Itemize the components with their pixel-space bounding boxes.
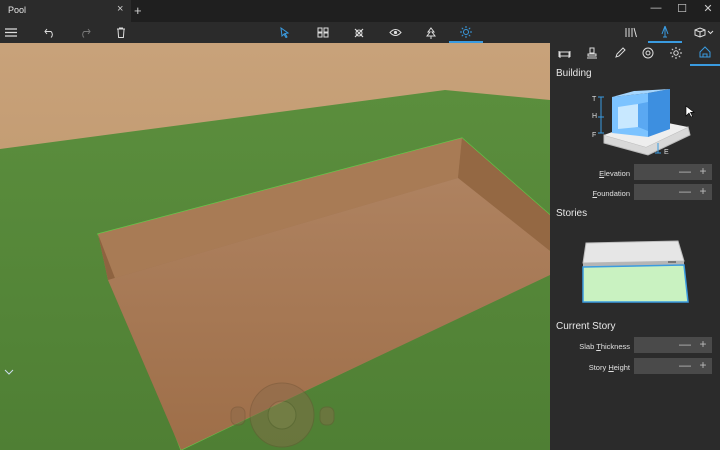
- story-height-spinner[interactable]: — +: [634, 358, 712, 374]
- landscape-icon: [425, 26, 437, 39]
- label-f: F: [592, 132, 596, 139]
- elevation-label: Elevation: [599, 169, 630, 178]
- view-icon: [388, 28, 402, 37]
- undo-icon[interactable]: [40, 22, 60, 43]
- story-height-label: Story Height: [588, 363, 630, 372]
- catalog-icon: [625, 27, 637, 38]
- main-toolbar: [0, 22, 720, 43]
- minimize-icon[interactable]: —: [646, 2, 666, 14]
- delete-icon[interactable]: [112, 22, 130, 43]
- elevation-decrement-button[interactable]: —: [676, 164, 694, 180]
- building-diagram: T H F E: [592, 89, 691, 156]
- tab-close-icon[interactable]: ×: [117, 3, 123, 15]
- pencil-tab[interactable]: [606, 43, 634, 66]
- 3d-viewport[interactable]: [0, 43, 550, 450]
- select-icon: [280, 27, 290, 38]
- slab-thickness-spinner[interactable]: — +: [634, 337, 712, 353]
- building-icon: [660, 25, 670, 38]
- landscape-mode-button[interactable]: [414, 22, 448, 43]
- foundation-increment-button[interactable]: +: [694, 184, 712, 200]
- story-height-decrement-button[interactable]: —: [676, 358, 694, 374]
- components-icon: [317, 27, 329, 38]
- house-icon: [699, 45, 711, 63]
- lighting-mode-button[interactable]: [449, 22, 483, 43]
- close-window-icon[interactable]: ✕: [698, 2, 718, 15]
- properties-panel: Building T H F E Elevation — + Foundatio…: [550, 43, 720, 450]
- building-heading: Building: [556, 68, 592, 79]
- label-t: T: [592, 96, 597, 103]
- furniture-icon: [558, 46, 571, 64]
- 3d-view-icon: [694, 27, 714, 38]
- slab-thickness-increment-button[interactable]: +: [694, 337, 712, 353]
- components-mode-button[interactable]: [306, 22, 340, 43]
- slab-thickness-decrement-button[interactable]: —: [676, 337, 694, 353]
- label-h: H: [592, 113, 597, 120]
- camera-tab[interactable]: [634, 43, 662, 66]
- title-bar: Pool × + — ☐ ✕: [0, 0, 720, 22]
- select-mode-button[interactable]: [268, 22, 302, 43]
- pencil-icon: [614, 46, 626, 64]
- story-height-increment-button[interactable]: +: [694, 358, 712, 374]
- current-story-heading: Current Story: [556, 321, 616, 332]
- catalog-button[interactable]: [620, 22, 642, 43]
- foundation-decrement-button[interactable]: —: [676, 184, 694, 200]
- building-view-button[interactable]: [648, 22, 682, 43]
- stories-heading: Stories: [556, 208, 588, 219]
- slab-thickness-label: Slab Thickness: [579, 342, 630, 351]
- label-e: E: [664, 149, 669, 156]
- new-tab-icon[interactable]: +: [134, 3, 142, 18]
- maximize-icon[interactable]: ☐: [672, 2, 692, 15]
- stamp-icon: [586, 46, 598, 64]
- stories-diagram[interactable]: [580, 235, 690, 305]
- foundation-label: Foundation: [592, 189, 630, 198]
- document-tab[interactable]: Pool ×: [0, 0, 131, 22]
- sun-icon: [670, 46, 682, 64]
- menu-icon[interactable]: [2, 22, 20, 43]
- 3d-view-dropdown[interactable]: [690, 22, 718, 43]
- lighting-icon: [460, 25, 472, 38]
- elevation-increment-button[interactable]: +: [694, 164, 712, 180]
- camera-icon: [642, 46, 654, 64]
- furniture-tab[interactable]: [550, 43, 578, 66]
- elevation-spinner[interactable]: — +: [634, 164, 712, 180]
- scene-render: [0, 43, 550, 450]
- materials-icon: [353, 27, 365, 39]
- redo-icon[interactable]: [75, 22, 95, 43]
- materials-mode-button[interactable]: [342, 22, 376, 43]
- mouse-cursor-icon: [685, 105, 695, 118]
- sun-tab[interactable]: [662, 43, 690, 66]
- tab-title: Pool: [8, 5, 27, 15]
- foundation-spinner[interactable]: — +: [634, 184, 712, 200]
- view-mode-button[interactable]: [378, 22, 412, 43]
- house-tab[interactable]: [690, 43, 720, 66]
- stamp-tab[interactable]: [578, 43, 606, 66]
